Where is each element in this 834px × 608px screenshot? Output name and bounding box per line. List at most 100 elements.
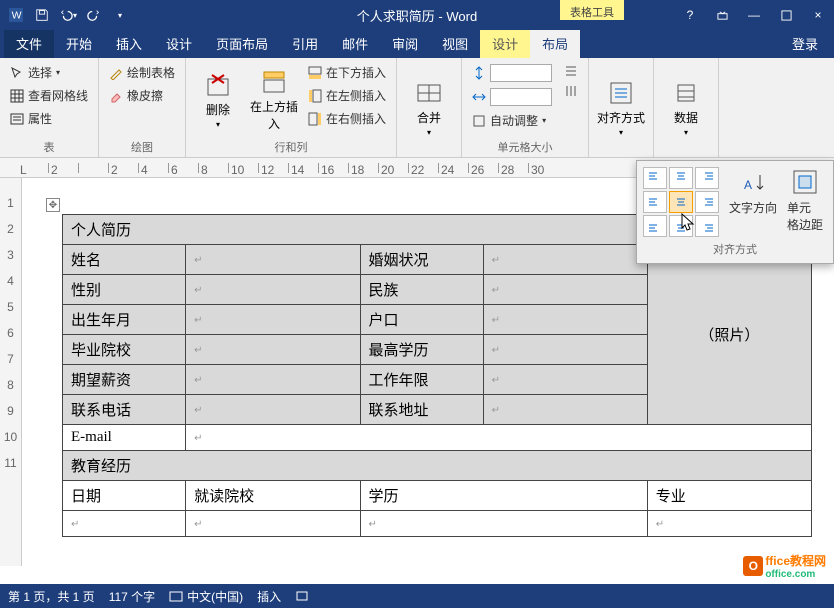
- col-width-input[interactable]: [468, 86, 556, 108]
- word-icon[interactable]: W: [4, 3, 28, 27]
- group-data: 数据▾: [654, 58, 719, 157]
- insert-below-label: 在下方插入: [326, 64, 386, 81]
- watermark-text: ffice教程网: [765, 552, 826, 569]
- ribbon: 选择▾ 查看网格线 属性 表 绘制表格 橡皮擦 绘图 删除▾ 在上方插入 在下方…: [0, 58, 834, 158]
- align-mid-left[interactable]: [643, 191, 667, 213]
- align-top-center[interactable]: [669, 167, 693, 189]
- window-title: 个人求职简历 - Word: [357, 6, 477, 25]
- table-move-handle[interactable]: ✥: [46, 198, 60, 212]
- alignment-button[interactable]: 对齐方式▾: [595, 62, 647, 153]
- draw-table-button[interactable]: 绘制表格: [105, 62, 179, 83]
- group-alignment: 对齐方式▾: [589, 58, 654, 157]
- tab-review[interactable]: 审阅: [380, 29, 430, 58]
- tab-table-design[interactable]: 设计: [480, 29, 530, 58]
- align-bot-center[interactable]: [669, 215, 693, 237]
- insert-right-label: 在右侧插入: [326, 110, 386, 127]
- text-dir-label: 文字方向: [729, 199, 777, 216]
- save-icon[interactable]: [30, 3, 54, 27]
- tab-table-layout[interactable]: 布局: [530, 29, 580, 58]
- insert-right-button[interactable]: 在右侧插入: [304, 108, 390, 129]
- distribute-cols-button[interactable]: [560, 82, 582, 100]
- tab-references[interactable]: 引用: [280, 29, 330, 58]
- status-page[interactable]: 第 1 页，共 1 页: [8, 588, 95, 605]
- svg-text:A: A: [744, 178, 752, 192]
- ribbon-toggle-button[interactable]: [706, 0, 738, 30]
- group-merge: 合并▾: [397, 58, 462, 157]
- autofit-button[interactable]: 自动调整▾: [468, 110, 556, 131]
- status-language[interactable]: 中文(中国): [169, 588, 243, 605]
- align-bot-left[interactable]: [643, 215, 667, 237]
- table-row: E-mail↵: [63, 425, 812, 451]
- login-button[interactable]: 登录: [776, 29, 834, 58]
- merge-button[interactable]: 合并▾: [403, 62, 455, 153]
- delete-label: 删除: [206, 101, 230, 118]
- redo-icon[interactable]: [82, 3, 106, 27]
- align-bot-right[interactable]: [695, 215, 719, 237]
- popover-label: 对齐方式: [643, 241, 827, 257]
- align-top-right[interactable]: [695, 167, 719, 189]
- tab-design[interactable]: 设计: [154, 29, 204, 58]
- watermark-sub: office.com: [765, 569, 826, 580]
- qat-customize-icon[interactable]: ▾: [108, 3, 132, 27]
- group-table-label: 表: [6, 137, 92, 155]
- cell-margins-button[interactable]: 单元 格边距: [787, 167, 823, 237]
- group-table: 选择▾ 查看网格线 属性 表: [0, 58, 99, 157]
- tab-insert[interactable]: 插入: [104, 29, 154, 58]
- minimize-button[interactable]: —: [738, 0, 770, 30]
- table-row: ↵↵↵↵: [63, 511, 812, 537]
- alignment-label: 对齐方式: [597, 109, 645, 126]
- align-top-left[interactable]: [643, 167, 667, 189]
- select-label: 选择: [28, 64, 52, 81]
- tab-page-layout[interactable]: 页面布局: [204, 29, 280, 58]
- tab-home[interactable]: 开始: [54, 29, 104, 58]
- insert-left-button[interactable]: 在左侧插入: [304, 85, 390, 106]
- help-button[interactable]: ?: [674, 0, 706, 30]
- group-cell-size: 自动调整▾ 单元格大小: [462, 58, 589, 157]
- table-row: 教育经历: [63, 451, 812, 481]
- data-button[interactable]: 数据▾: [660, 62, 712, 153]
- tab-view[interactable]: 视图: [430, 29, 480, 58]
- group-size-label: 单元格大小: [468, 137, 582, 155]
- cell-photo[interactable]: （照片）: [647, 245, 811, 425]
- watermark: O ffice教程网 office.com: [743, 552, 826, 580]
- insert-above-button[interactable]: 在上方插入: [248, 62, 300, 137]
- close-button[interactable]: ×: [802, 0, 834, 30]
- group-draw: 绘制表格 橡皮擦 绘图: [99, 58, 186, 157]
- properties-button[interactable]: 属性: [6, 108, 92, 129]
- table-row: 日期就读院校学历专业: [63, 481, 812, 511]
- maximize-button[interactable]: [770, 0, 802, 30]
- align-mid-right[interactable]: [695, 191, 719, 213]
- data-label: 数据: [674, 109, 698, 126]
- align-mid-center[interactable]: [669, 191, 693, 213]
- eraser-label: 橡皮擦: [127, 87, 163, 104]
- group-draw-label: 绘图: [105, 137, 179, 155]
- title-bar: W ▾ ▾ 个人求职简历 - Word 表格工具 ? — ×: [0, 0, 834, 30]
- draw-label: 绘制表格: [127, 64, 175, 81]
- delete-button[interactable]: 删除▾: [192, 62, 244, 137]
- tab-file[interactable]: 文件: [4, 29, 54, 58]
- autofit-label: 自动调整: [490, 112, 538, 129]
- group-merge-label: [403, 153, 455, 155]
- group-rows-cols: 删除▾ 在上方插入 在下方插入 在左侧插入 在右侧插入 行和列: [186, 58, 397, 157]
- status-words[interactable]: 117 个字: [109, 588, 155, 605]
- select-button[interactable]: 选择▾: [6, 62, 92, 83]
- status-macro-icon[interactable]: [295, 589, 309, 603]
- distribute-rows-button[interactable]: [560, 62, 582, 80]
- tab-mailings[interactable]: 邮件: [330, 29, 380, 58]
- status-mode[interactable]: 插入: [257, 588, 281, 605]
- undo-icon[interactable]: ▾: [56, 3, 80, 27]
- group-rows-label: 行和列: [192, 137, 390, 155]
- insert-below-button[interactable]: 在下方插入: [304, 62, 390, 83]
- row-height-input[interactable]: [468, 62, 556, 84]
- insert-above-label: 在上方插入: [248, 98, 300, 132]
- ribbon-tabs: 文件 开始 插入 设计 页面布局 引用 邮件 审阅 视图 设计 布局 登录: [0, 30, 834, 58]
- insert-left-label: 在左侧插入: [326, 87, 386, 104]
- vertical-ruler[interactable]: 1234567891011: [0, 178, 22, 566]
- table-tools-label: 表格工具: [560, 0, 624, 20]
- gridlines-label: 查看网格线: [28, 87, 88, 104]
- gridlines-button[interactable]: 查看网格线: [6, 85, 92, 106]
- eraser-button[interactable]: 橡皮擦: [105, 85, 179, 106]
- window-controls: ? — ×: [674, 0, 834, 30]
- margins-label: 单元 格边距: [787, 199, 823, 233]
- text-direction-button[interactable]: A 文字方向: [729, 167, 777, 237]
